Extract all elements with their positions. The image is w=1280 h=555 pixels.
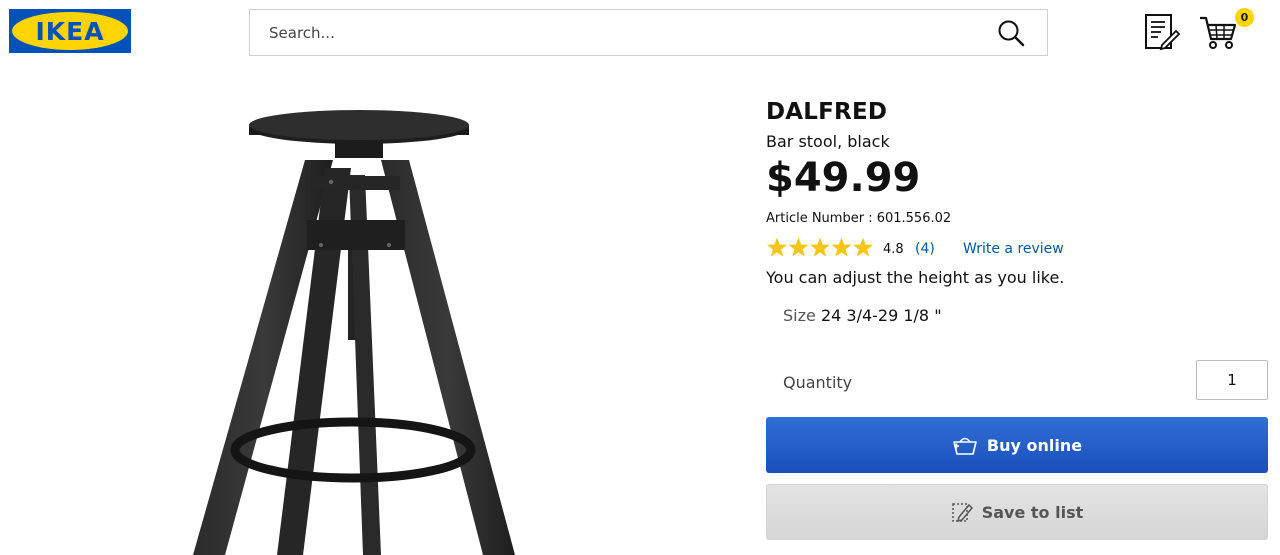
product-name: DALFRED — [766, 99, 888, 125]
product-description: Bar stool, black — [766, 132, 890, 151]
size-label: Size — [783, 306, 816, 325]
save-to-list-label: Save to list — [981, 502, 1084, 522]
product-tagline: You can adjust the height as you like. — [766, 268, 1065, 287]
star-icon — [767, 237, 787, 257]
buy-online-button[interactable]: Buy online — [766, 417, 1268, 473]
search-input[interactable] — [250, 10, 990, 55]
product-price: $49.99 — [766, 155, 921, 201]
size-value: 24 3/4-29 1/8 " — [820, 306, 942, 325]
shopping-list-icon[interactable] — [1143, 13, 1181, 51]
cart-count-badge: 0 — [1235, 8, 1254, 27]
review-count-link[interactable]: (4) — [915, 241, 935, 257]
quantity-label: Quantity — [783, 373, 853, 392]
ikea-logo-text: IKEA — [35, 17, 104, 46]
write-review-link[interactable]: Write a review — [963, 241, 1064, 257]
rating-value: 4.8 — [883, 242, 904, 257]
rating-row: 4.8 (4) Write a review — [766, 237, 1186, 261]
buy-online-label: Buy online — [986, 435, 1083, 455]
edit-list-icon — [951, 503, 973, 523]
save-to-list-button[interactable]: Save to list — [766, 484, 1268, 540]
ikea-logo[interactable]: IKEA — [9, 9, 131, 53]
star-icon — [831, 237, 852, 257]
product-image[interactable] — [185, 100, 545, 555]
search-icon[interactable] — [997, 19, 1025, 47]
quantity-input[interactable] — [1196, 360, 1268, 400]
rating-stars[interactable] — [766, 237, 874, 259]
size-row: Size 24 3/4-29 1/8 " — [783, 306, 942, 325]
cart-icon[interactable] — [1199, 15, 1239, 51]
star-icon — [853, 237, 873, 257]
article-number: Article Number : 601.556.02 — [766, 211, 952, 226]
basket-icon — [953, 437, 977, 455]
star-icon — [810, 237, 830, 257]
search-bar — [249, 9, 1048, 56]
star-icon — [788, 237, 809, 257]
